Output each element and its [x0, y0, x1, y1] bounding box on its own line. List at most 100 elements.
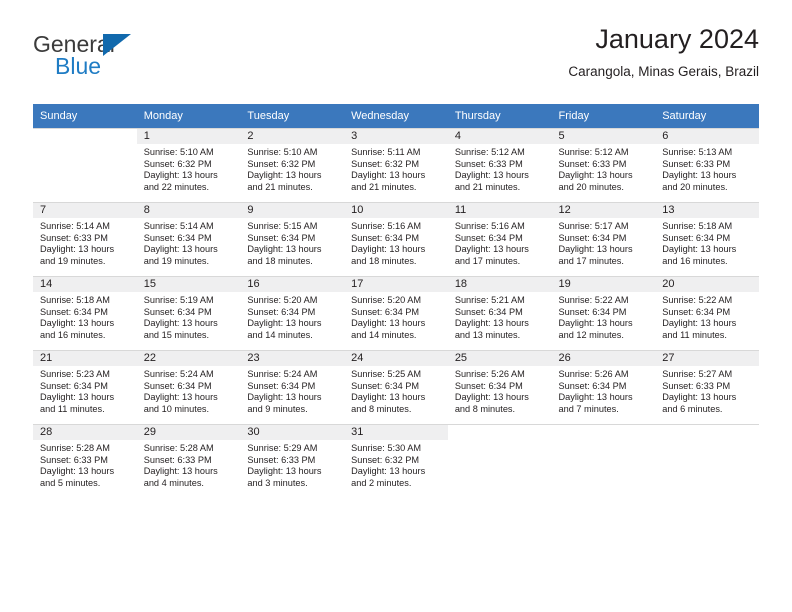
- calendar-day-cell[interactable]: 24 Sunrise: 5:25 AM Sunset: 6:34 PM Dayligh…: [344, 350, 448, 424]
- calendar-day-cell[interactable]: 9 Sunrise: 5:15 AM Sunset: 6:34 PM Daylight…: [240, 202, 345, 276]
- daylight-text-line1: Daylight: 13 hours: [40, 466, 115, 477]
- calendar-empty-cell: [551, 424, 656, 498]
- sunrise-text: Sunrise: 5:21 AM: [454, 295, 525, 305]
- day-number: 19: [551, 277, 656, 292]
- calendar-day-cell[interactable]: 13 Sunrise: 5:18 AM Sunset: 6:34 PM Dayligh…: [655, 202, 759, 276]
- daylight-text-line2: and 9 minutes.: [247, 403, 308, 414]
- daylight-text-line1: Daylight: 13 hours: [662, 244, 737, 255]
- calendar-day-cell[interactable]: 28 Sunrise: 5:28 AM Sunset: 6:33 PM Dayligh…: [33, 424, 137, 498]
- calendar-day-cell[interactable]: 30 Sunrise: 5:29 AM Sunset: 6:33 PM Dayligh…: [240, 424, 345, 498]
- calendar-day-cell[interactable]: 31 Sunrise: 5:30 AM Sunset: 6:32 PM Dayligh…: [344, 424, 448, 498]
- daylight-text-line1: Daylight: 13 hours: [40, 318, 115, 329]
- day-details: Sunrise: 5:28 AM Sunset: 6:33 PM Daylight:…: [137, 440, 241, 489]
- daylight-text-line1: Daylight: 13 hours: [558, 244, 633, 255]
- sunset-text: Sunset: 6:34 PM: [143, 232, 212, 243]
- calendar-day-cell[interactable]: 25 Sunrise: 5:26 AM Sunset: 6:34 PM Dayligh…: [447, 350, 552, 424]
- day-number: [448, 425, 552, 440]
- calendar-day-cell[interactable]: 19 Sunrise: 5:22 AM Sunset: 6:34 PM Dayligh…: [551, 276, 656, 350]
- daylight-text-line2: and 11 minutes.: [662, 329, 727, 340]
- day-details: Sunrise: 5:25 AM Sunset: 6:34 PM Daylight:…: [344, 366, 448, 415]
- daylight-text-line1: Daylight: 13 hours: [247, 392, 322, 403]
- calendar-day-cell[interactable]: 1 Sunrise: 5:10 AM Sunset: 6:32 PM Daylight…: [136, 128, 241, 202]
- sunrise-text: Sunrise: 5:18 AM: [662, 221, 733, 231]
- daylight-text-line2: and 16 minutes.: [662, 255, 728, 266]
- day-details: Sunrise: 5:20 AM Sunset: 6:34 PM Daylight:…: [240, 292, 344, 341]
- day-cell-inner: 31 Sunrise: 5:30 AM Sunset: 6:32 PM Dayligh…: [344, 424, 448, 498]
- day-details: Sunrise: 5:14 AM Sunset: 6:33 PM Daylight:…: [33, 218, 137, 267]
- calendar-day-cell[interactable]: 7 Sunrise: 5:14 AM Sunset: 6:33 PM Daylight…: [33, 202, 137, 276]
- calendar-day-cell[interactable]: 16 Sunrise: 5:20 AM Sunset: 6:34 PM Dayligh…: [240, 276, 345, 350]
- day-cell-inner: 17 Sunrise: 5:20 AM Sunset: 6:34 PM Dayligh…: [344, 276, 448, 350]
- calendar-header-row: Sunday Monday Tuesday Wednesday Thursday…: [33, 104, 759, 128]
- daylight-text-line1: Daylight: 13 hours: [351, 170, 426, 181]
- sunset-text: Sunset: 6:34 PM: [143, 306, 212, 317]
- calendar-day-cell[interactable]: 12 Sunrise: 5:17 AM Sunset: 6:34 PM Dayligh…: [551, 202, 656, 276]
- daylight-text-line2: and 21 minutes.: [247, 181, 313, 192]
- daylight-text-line1: Daylight: 13 hours: [351, 318, 426, 329]
- calendar-day-cell[interactable]: 21 Sunrise: 5:23 AM Sunset: 6:34 PM Dayligh…: [33, 350, 137, 424]
- day-cell-inner: 4 Sunrise: 5:12 AM Sunset: 6:33 PM Daylight…: [447, 128, 552, 202]
- daylight-text-line2: and 13 minutes.: [454, 329, 521, 340]
- sunset-text: Sunset: 6:34 PM: [351, 306, 420, 317]
- calendar-day-cell[interactable]: 18 Sunrise: 5:21 AM Sunset: 6:34 PM Dayligh…: [447, 276, 552, 350]
- sunrise-text: Sunrise: 5:18 AM: [40, 295, 110, 305]
- calendar-day-cell[interactable]: 6 Sunrise: 5:13 AM Sunset: 6:33 PM Daylight…: [655, 128, 759, 202]
- calendar-day-cell[interactable]: 10 Sunrise: 5:16 AM Sunset: 6:34 PM Dayligh…: [344, 202, 448, 276]
- calendar-day-cell[interactable]: 23 Sunrise: 5:24 AM Sunset: 6:34 PM Dayligh…: [240, 350, 345, 424]
- sunset-text: Sunset: 6:33 PM: [454, 158, 523, 169]
- calendar-day-cell[interactable]: 4 Sunrise: 5:12 AM Sunset: 6:33 PM Daylight…: [447, 128, 552, 202]
- weekday-header-monday: Monday: [136, 104, 241, 128]
- daylight-text-line2: and 19 minutes.: [143, 255, 210, 266]
- sunset-text: Sunset: 6:33 PM: [40, 232, 108, 243]
- calendar-day-cell[interactable]: 29 Sunrise: 5:28 AM Sunset: 6:33 PM Dayligh…: [136, 424, 241, 498]
- daylight-text-line1: Daylight: 13 hours: [351, 466, 426, 477]
- weekday-header-tuesday: Tuesday: [240, 104, 345, 128]
- daylight-text-line1: Daylight: 13 hours: [662, 170, 737, 181]
- sunrise-text: Sunrise: 5:14 AM: [40, 221, 110, 231]
- day-number: 16: [240, 277, 345, 292]
- calendar-day-cell[interactable]: 3 Sunrise: 5:11 AM Sunset: 6:32 PM Daylight…: [344, 128, 448, 202]
- daylight-text-line2: and 2 minutes.: [351, 477, 412, 488]
- day-cell-inner: 25 Sunrise: 5:26 AM Sunset: 6:34 PM Dayligh…: [447, 350, 552, 424]
- calendar-day-cell[interactable]: 22 Sunrise: 5:24 AM Sunset: 6:34 PM Dayligh…: [136, 350, 241, 424]
- daylight-text-line2: and 7 minutes.: [558, 403, 619, 414]
- day-number: 4: [447, 129, 552, 144]
- sunrise-text: Sunrise: 5:19 AM: [143, 295, 214, 305]
- day-cell-inner: 12 Sunrise: 5:17 AM Sunset: 6:34 PM Dayligh…: [551, 202, 656, 276]
- calendar-day-cell[interactable]: 20 Sunrise: 5:22 AM Sunset: 6:34 PM Dayligh…: [655, 276, 759, 350]
- daylight-text-line1: Daylight: 13 hours: [247, 170, 322, 181]
- day-number: [552, 425, 656, 440]
- daylight-text-line2: and 5 minutes.: [40, 477, 101, 488]
- sunset-text: Sunset: 6:34 PM: [454, 232, 523, 243]
- calendar-day-cell[interactable]: 17 Sunrise: 5:20 AM Sunset: 6:34 PM Dayligh…: [344, 276, 448, 350]
- day-cell-inner: 3 Sunrise: 5:11 AM Sunset: 6:32 PM Daylight…: [344, 128, 448, 202]
- day-number: 18: [447, 277, 552, 292]
- calendar-day-cell[interactable]: 5 Sunrise: 5:12 AM Sunset: 6:33 PM Daylight…: [551, 128, 656, 202]
- daylight-text-line2: and 21 minutes.: [351, 181, 417, 192]
- calendar-empty-cell: [447, 424, 552, 498]
- daylight-text-line1: Daylight: 13 hours: [247, 466, 322, 477]
- day-details: Sunrise: 5:16 AM Sunset: 6:34 PM Daylight:…: [448, 218, 552, 267]
- calendar-day-cell[interactable]: 27 Sunrise: 5:27 AM Sunset: 6:33 PM Dayligh…: [655, 350, 759, 424]
- day-number: [33, 129, 137, 144]
- sunset-text: Sunset: 6:34 PM: [454, 306, 523, 317]
- calendar-week-row: 28 Sunrise: 5:28 AM Sunset: 6:33 PM Dayligh…: [33, 424, 759, 498]
- generalblue-logo[interactable]: General Blue: [33, 32, 153, 80]
- calendar-day-cell[interactable]: 8 Sunrise: 5:14 AM Sunset: 6:34 PM Daylight…: [136, 202, 241, 276]
- day-details: Sunrise: 5:18 AM Sunset: 6:34 PM Daylight:…: [655, 218, 759, 267]
- calendar-day-cell[interactable]: 15 Sunrise: 5:19 AM Sunset: 6:34 PM Dayligh…: [136, 276, 241, 350]
- sunset-text: Sunset: 6:33 PM: [143, 454, 212, 465]
- sunset-text: Sunset: 6:34 PM: [143, 380, 212, 391]
- daylight-text-line1: Daylight: 13 hours: [454, 170, 529, 181]
- day-number: 3: [344, 129, 448, 144]
- day-cell-inner: 5 Sunrise: 5:12 AM Sunset: 6:33 PM Daylight…: [551, 128, 656, 202]
- calendar-day-cell[interactable]: 2 Sunrise: 5:10 AM Sunset: 6:32 PM Daylight…: [240, 128, 345, 202]
- daylight-text-line2: and 14 minutes.: [351, 329, 417, 340]
- daylight-text-line2: and 17 minutes.: [558, 255, 624, 266]
- calendar-day-cell[interactable]: 26 Sunrise: 5:26 AM Sunset: 6:34 PM Dayligh…: [551, 350, 656, 424]
- calendar-day-cell[interactable]: 14 Sunrise: 5:18 AM Sunset: 6:34 PM Dayligh…: [33, 276, 137, 350]
- calendar-day-cell[interactable]: 11 Sunrise: 5:16 AM Sunset: 6:34 PM Dayligh…: [447, 202, 552, 276]
- sunrise-text: Sunrise: 5:20 AM: [247, 295, 318, 305]
- sunrise-text: Sunrise: 5:26 AM: [454, 369, 525, 379]
- daylight-text-line2: and 14 minutes.: [247, 329, 313, 340]
